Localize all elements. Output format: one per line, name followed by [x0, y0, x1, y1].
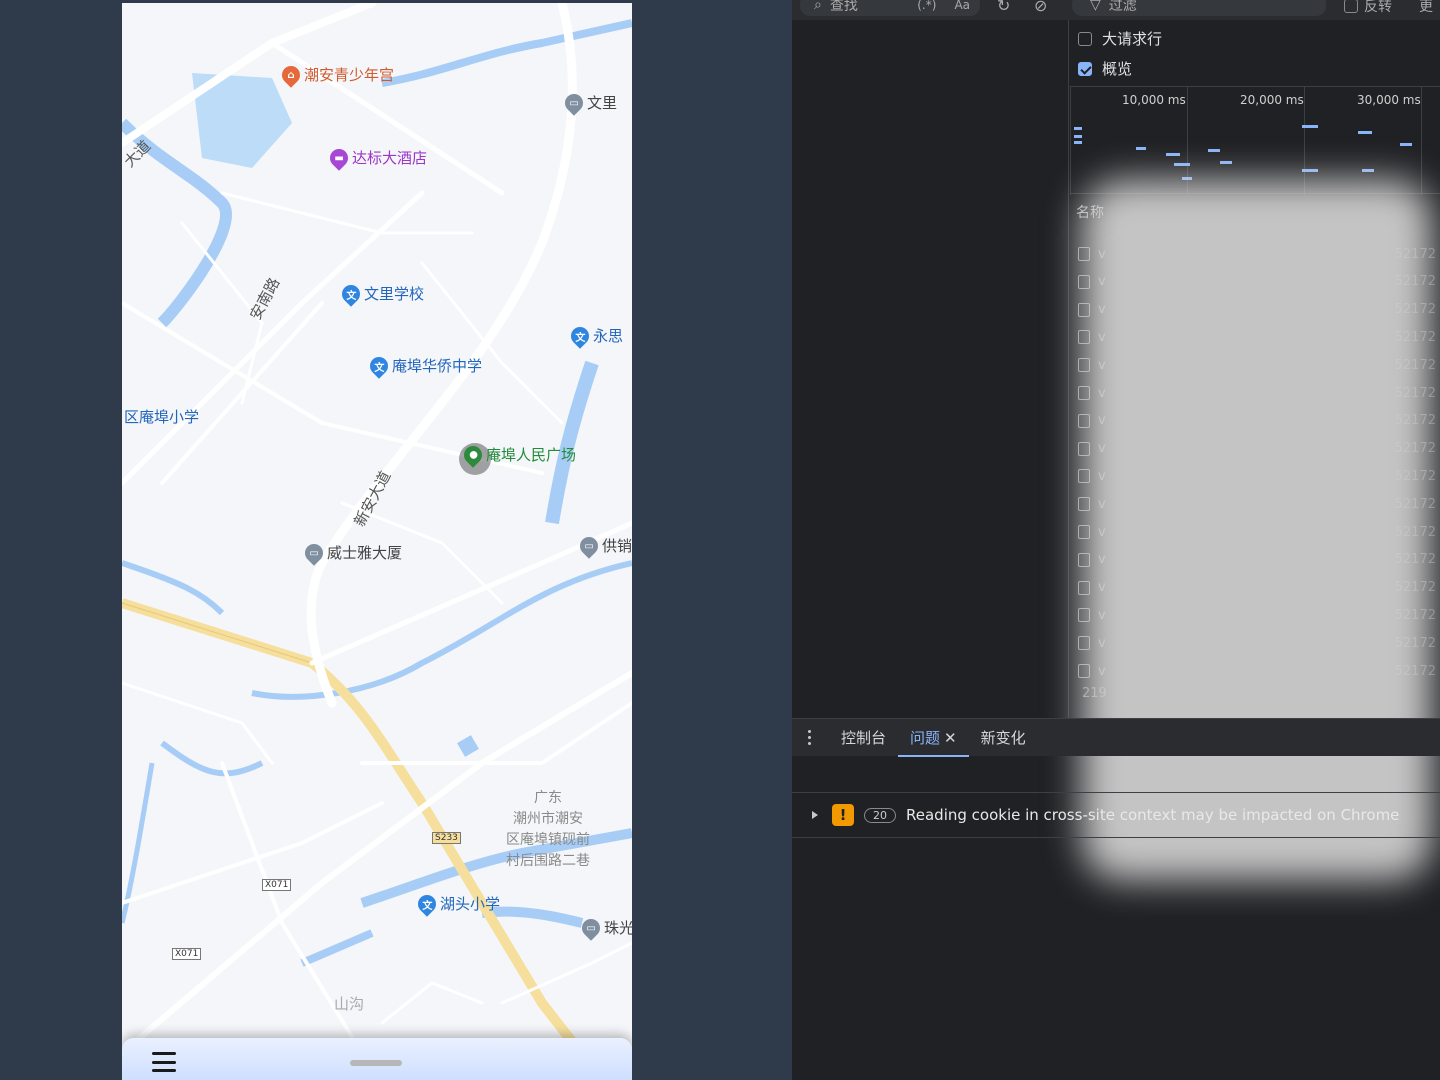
poi-label: 潮安青少年宫: [304, 66, 395, 84]
checkbox[interactable]: [1344, 0, 1358, 13]
more-filters[interactable]: 更: [1419, 0, 1433, 16]
school-icon: 文: [366, 352, 392, 379]
poi-weishiya[interactable]: ▭ 威士雅大厦: [301, 539, 403, 566]
hotel-icon: ▬: [326, 144, 352, 171]
poi-youth-palace[interactable]: ⌂ 潮安青少年宫: [278, 61, 395, 88]
road-shield: X071: [172, 948, 202, 960]
school-icon: 文: [567, 322, 593, 349]
network-toolbar: ⌕ 查找 (.*) Aa ↻ ⊘ ▽ 过滤 反转 更: [792, 0, 1440, 20]
bottom-sheet[interactable]: [122, 1038, 632, 1080]
building-icon: ▭: [301, 539, 327, 566]
search-input[interactable]: ⌕ 查找 (.*) Aa: [800, 0, 980, 16]
issue-title: Reading cookie in cross-site context may…: [906, 806, 1400, 824]
poi-wenli[interactable]: ▭ 文里: [561, 89, 618, 116]
sources-pane: [792, 20, 1069, 720]
building-icon: ▭: [561, 89, 587, 116]
poi-hutou-school[interactable]: 文 湖头小学: [414, 890, 501, 917]
poi-wenli-school[interactable]: 文 文里学校: [338, 280, 425, 307]
filter-icon: ▽: [1090, 0, 1101, 13]
large-rows-label: 大请求行: [1102, 30, 1163, 48]
drag-handle[interactable]: [350, 1060, 402, 1066]
network-overview[interactable]: 10,000 ms 20,000 ms 30,000 ms: [1070, 86, 1440, 195]
building-icon: ▭: [578, 914, 604, 941]
filter-placeholder: 过滤: [1108, 0, 1137, 14]
large-rows-checkbox[interactable]: [1078, 31, 1092, 46]
poi-label: 永思: [593, 327, 624, 345]
road-shield: X071: [262, 879, 292, 891]
large-rows-option[interactable]: 大请求行: [1078, 28, 1162, 49]
poi-label: 威士雅大厦: [327, 544, 403, 562]
timeline-tick: 30,000 ms: [1357, 93, 1421, 107]
poi-people-square[interactable]: ● 庵埠人民广场: [460, 441, 577, 468]
poi-label: 珠光: [604, 919, 632, 937]
issue-count-badge: 20: [864, 807, 896, 823]
refresh-icon[interactable]: ↻: [997, 0, 1010, 15]
tab-label: 问题: [910, 729, 941, 747]
invert-checkbox[interactable]: 反转: [1344, 0, 1392, 16]
overview-checkbox[interactable]: [1078, 61, 1092, 76]
invert-label: 反转: [1364, 0, 1392, 15]
poi-anbu-primary[interactable]: 区庵埠小学: [124, 406, 199, 427]
poi-zhuguang[interactable]: ▭ 珠光: [578, 914, 632, 941]
case-toggle[interactable]: Aa: [954, 0, 970, 12]
timeline-tick: 10,000 ms: [1122, 93, 1186, 107]
tab-issues[interactable]: 问题 ✕: [898, 719, 969, 757]
blur-overlay: [1082, 180, 1432, 880]
issue-row[interactable]: ! 20 Reading cookie in cross-site contex…: [792, 792, 1440, 838]
overview-option[interactable]: 概览: [1078, 58, 1132, 79]
clear-icon[interactable]: ⊘: [1034, 0, 1047, 15]
search-placeholder: 查找: [829, 0, 858, 14]
overview-label: 概览: [1102, 60, 1133, 78]
poi-label: 庵埠华侨中学: [392, 357, 483, 375]
devtools-panel: ⌕ 查找 (.*) Aa ↻ ⊘ ▽ 过滤 反转 更 大请求行 概览 10,00…: [792, 0, 1440, 1080]
palace-icon: ⌂: [278, 61, 304, 88]
tab-label: 控制台: [841, 729, 887, 747]
search-icon: ⌕: [814, 0, 822, 13]
filter-input[interactable]: ▽ 过滤: [1072, 0, 1326, 16]
tab-label: 新变化: [980, 729, 1026, 747]
tab-console[interactable]: 控制台: [829, 719, 898, 757]
poi-label: 文里学校: [364, 285, 425, 303]
building-icon: ▭: [576, 532, 602, 559]
timeline-tick: 20,000 ms: [1240, 93, 1304, 107]
park-icon: ●: [460, 441, 486, 468]
road-shield: S233: [432, 832, 461, 844]
regex-toggle[interactable]: (.*): [917, 0, 936, 12]
poi-label: 供销: [602, 537, 632, 555]
poi-label: 庵埠人民广场: [486, 446, 577, 464]
poi-yongsi[interactable]: 文 永思: [567, 322, 624, 349]
poi-label: 文里: [587, 94, 618, 112]
drawer-tabbar: 控制台 问题 ✕ 新变化: [792, 718, 1440, 757]
area-label: 广东 潮州市潮安 区庵埠镇砚前 村后围路二巷: [506, 790, 590, 869]
more-label: 更: [1419, 0, 1433, 15]
school-icon: 文: [338, 280, 364, 307]
screen: ⌂ 潮安青少年宫 ▬ 达标大酒店 ▭ 文里 文 文里学校 文 永思 文 庵埠华侨…: [0, 0, 1440, 1080]
school-icon: 文: [414, 890, 440, 917]
poi-hotel[interactable]: ▬ 达标大酒店: [326, 144, 428, 171]
more-icon[interactable]: [808, 730, 811, 745]
menu-icon[interactable]: [152, 1052, 176, 1072]
poi-label: 区庵埠小学: [124, 408, 200, 426]
poi-huaqiao-school[interactable]: 文 庵埠华侨中学: [366, 352, 483, 379]
poi-supply[interactable]: ▭ 供销: [576, 532, 632, 559]
poi-label: 达标大酒店: [352, 149, 428, 167]
warning-icon: !: [832, 804, 854, 826]
road-label: 山沟: [334, 995, 365, 1013]
expand-caret-icon[interactable]: [812, 811, 818, 819]
poi-label: 湖头小学: [440, 895, 501, 913]
tab-whats-new[interactable]: 新变化: [969, 719, 1038, 757]
map-app[interactable]: ⌂ 潮安青少年宫 ▬ 达标大酒店 ▭ 文里 文 文里学校 文 永思 文 庵埠华侨…: [122, 3, 632, 1080]
close-icon[interactable]: ✕: [944, 729, 957, 747]
